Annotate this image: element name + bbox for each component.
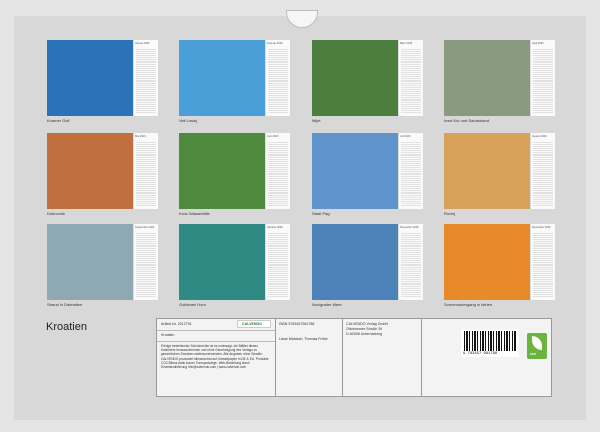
month-name: Februar 2026 (267, 42, 283, 45)
publisher-city: D-82008 Unterhaching (346, 332, 383, 336)
barcode-digits: 9 783457 981788 (463, 352, 498, 356)
divider (157, 330, 275, 331)
month-page: September 2026 (133, 224, 158, 300)
photo-caption: Mljet (312, 118, 321, 123)
leaf-icon (532, 336, 542, 350)
month-thumbnail: September 2026 Strand in Dalmatien (47, 224, 158, 307)
month-page: Juli 2026 (398, 133, 423, 209)
day-lines (401, 48, 421, 114)
barcode: 9 783457 981788 (461, 329, 519, 357)
day-lines (136, 232, 156, 298)
month-photo (444, 40, 530, 116)
divider (421, 319, 422, 396)
month-page: November 2026 (398, 224, 423, 300)
month-photo (179, 224, 265, 300)
month-photo (312, 40, 398, 116)
month-page: Oktober 2026 (265, 224, 290, 300)
publisher-logo: CALVENDO (237, 320, 271, 328)
day-lines (268, 232, 288, 298)
day-lines (533, 232, 553, 298)
month-photo (47, 224, 133, 300)
day-lines (136, 141, 156, 207)
month-page: Dezember 2026 (530, 224, 555, 300)
month-photo (444, 133, 530, 209)
photo-caption: Novigrader Meer (312, 302, 342, 307)
month-name: Dezember 2026 (532, 226, 551, 229)
month-name: Oktober 2026 (267, 226, 283, 229)
month-thumbnail: Januar 2026 Kvarner Golf (47, 40, 158, 123)
publisher-street: Ottobrunner Straße 39 (346, 327, 382, 331)
month-thumbnail: August 2026 Rovinj (444, 133, 555, 216)
month-name: November 2026 (400, 226, 419, 229)
month-photo (179, 133, 265, 209)
month-page: Januar 2026 (133, 40, 158, 116)
month-thumbnail: April 2026 Insel Krk und Sandstrand (444, 40, 555, 123)
photo-caption: Insel Krk und Sandstrand (444, 118, 489, 123)
day-lines (136, 48, 156, 114)
product-title: Kroatien (161, 333, 175, 337)
month-photo (179, 40, 265, 116)
month-name: Mai 2026 (135, 135, 146, 138)
eco-label: eco (530, 352, 536, 356)
photo-caption: Sonnenuntergang in Istrien (444, 302, 493, 307)
eco-badge: eco (527, 333, 547, 359)
publisher-name: CALVENDO Verlag GmbH (346, 322, 389, 326)
divider (157, 341, 275, 342)
day-lines (268, 141, 288, 207)
month-name: April 2026 (532, 42, 544, 45)
photo-caption: Kvarner Golf (47, 118, 70, 123)
month-page: Juni 2026 (265, 133, 290, 209)
month-name: August 2026 (532, 135, 547, 138)
month-page: August 2026 (530, 133, 555, 209)
photo-caption: Stadt Pag (312, 211, 330, 216)
divider (342, 319, 343, 396)
month-thumbnail: März 2026 Mljet (312, 40, 423, 123)
article-number: Artikel-Nr. 2012791 (161, 322, 192, 326)
photo-caption: Krcic Wasserfälle (179, 211, 210, 216)
month-thumbnail: Mai 2026 Dubrovnik (47, 133, 158, 216)
photo-caption: Strand in Dalmatien (47, 302, 83, 307)
month-photo (47, 133, 133, 209)
month-photo (47, 40, 133, 116)
month-thumbnail: Dezember 2026 Sonnenuntergang in Istrien (444, 224, 555, 307)
photo-caption: Dubrovnik (47, 211, 66, 216)
photo-caption: Goldenes Horn (179, 302, 206, 307)
publisher-logo-text: CALVENDO (242, 322, 262, 326)
month-name: Juni 2026 (267, 135, 279, 138)
day-lines (533, 141, 553, 207)
photo-caption: Veli Losinj (179, 118, 198, 123)
month-page: Februar 2026 (265, 40, 290, 116)
calendar-back-cover: Januar 2026 Kvarner Golf Februar 2026 Ve… (14, 16, 586, 420)
day-lines (401, 232, 421, 298)
photo-caption: Rovinj (444, 211, 456, 216)
month-name: Juli 2026 (400, 135, 411, 138)
calendar-title: Kroatien (46, 321, 87, 333)
month-photo (312, 224, 398, 300)
barcode-bars (464, 331, 516, 351)
month-page: März 2026 (398, 40, 423, 116)
isbn: ISBN 9783457981788 (279, 322, 315, 326)
day-lines (533, 48, 553, 114)
month-thumbnail: Oktober 2026 Goldenes Horn (179, 224, 290, 307)
month-page: Mai 2026 (133, 133, 158, 209)
imprint-box: Artikel-Nr. 2012791 CALVENDO Kroatien Er… (156, 318, 552, 397)
month-name: September 2026 (135, 226, 155, 229)
day-lines (268, 48, 288, 114)
month-thumbnail: Juli 2026 Stadt Pag (312, 133, 423, 216)
month-thumbnail: November 2026 Novigrader Meer (312, 224, 423, 307)
day-lines (401, 141, 421, 207)
month-thumbnail: Juni 2026 Krcic Wasserfälle (179, 133, 290, 216)
month-photo (312, 133, 398, 209)
month-photo (444, 224, 530, 300)
month-name: Januar 2026 (135, 42, 150, 45)
month-thumbnail: Februar 2026 Veli Losinj (179, 40, 290, 123)
month-name: März 2026 (400, 42, 413, 45)
divider (275, 319, 276, 396)
month-page: April 2026 (530, 40, 555, 116)
authors: Liane Matrisch, Thomas Fröbe (279, 337, 328, 341)
legal-notice: Erfolge bestehender Schutzrechte ist es … (161, 344, 269, 370)
